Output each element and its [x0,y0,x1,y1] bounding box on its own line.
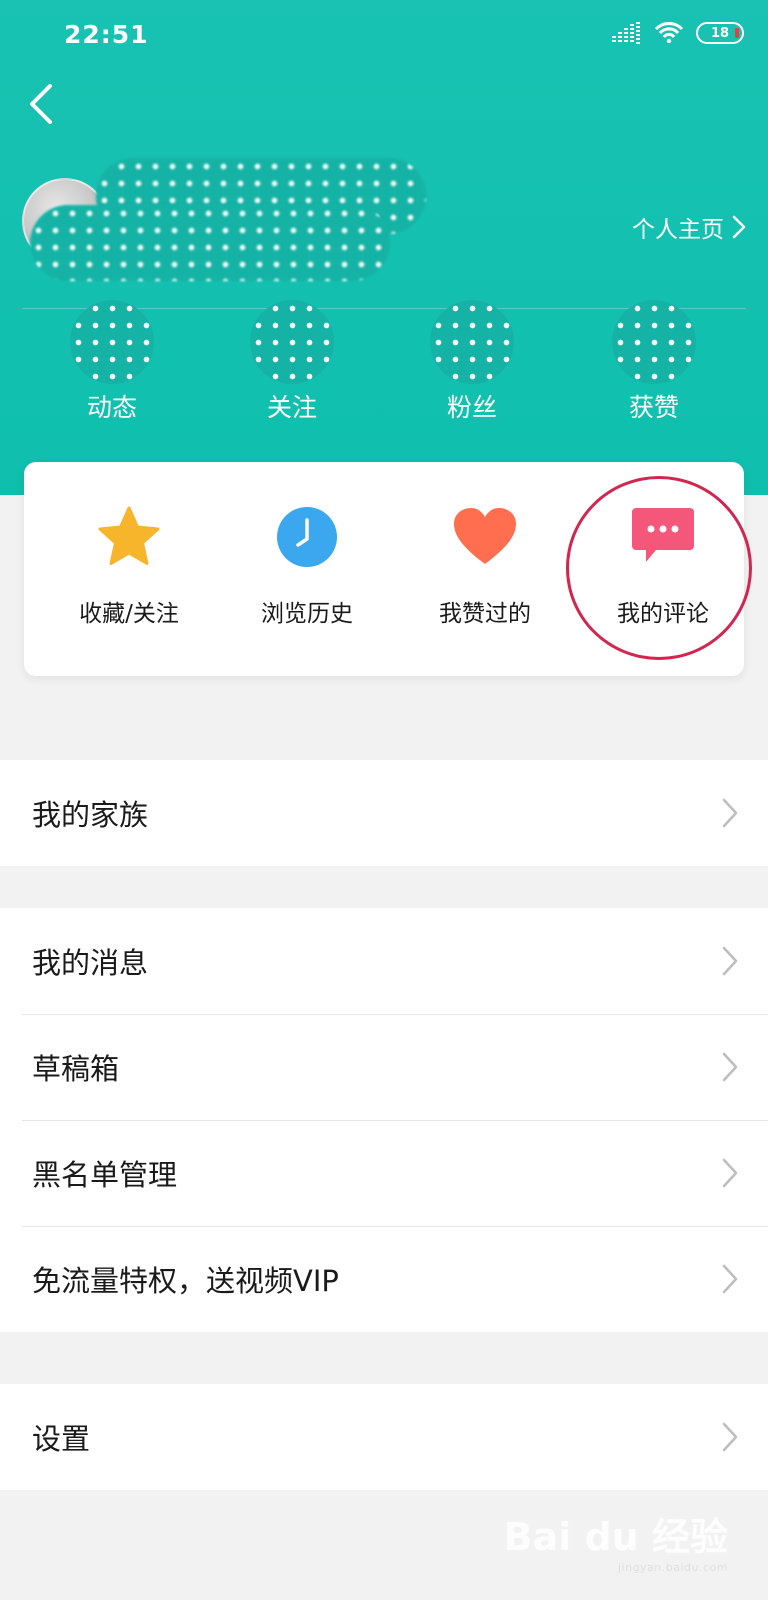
status-time: 22:51 [64,20,149,49]
menu-group-settings: 设置 [0,1384,768,1490]
stat-label: 动态 [86,393,137,422]
chevron-right-icon [722,1052,738,1082]
menu-item-family[interactable]: 我的家族 [0,760,768,866]
quick-action-history[interactable]: 浏览历史 [222,502,392,628]
redacted-stat-value [612,300,696,384]
quick-action-label: 浏览历史 [261,601,353,627]
homepage-link[interactable]: 个人主页 [632,210,746,244]
wifi-icon [654,22,684,44]
watermark-subtext: jingyan.baidu.com [617,1561,728,1574]
stat-label: 粉丝 [446,393,497,422]
menu-item-drafts[interactable]: 草稿箱 [0,1014,768,1120]
menu-item-label: 我的家族 [32,798,149,832]
menu-item-label: 草稿箱 [32,1052,120,1086]
menu-item-label: 黑名单管理 [32,1158,178,1192]
quick-action-liked[interactable]: 我赞过的 [400,502,570,628]
watermark-logo: Bai du 经验 jingyan.baidu.com [504,1506,728,1574]
signal-icon [612,22,640,44]
menu-item-blacklist[interactable]: 黑名单管理 [0,1120,768,1226]
battery-icon: 18 [696,22,744,44]
menu-group-family: 我的家族 [0,760,768,866]
quick-action-favorites[interactable]: 收藏/关注 [44,502,214,628]
stat-label: 关注 [266,393,317,422]
chevron-right-icon [722,798,738,828]
battery-level: 18 [710,25,730,41]
quick-action-comments[interactable]: 我的评论 [578,502,748,628]
stat-likes[interactable]: 获赞 [594,300,714,424]
status-bar: 22:51 18 [0,0,768,70]
redacted-stat-value [430,300,514,384]
comment-icon [628,502,698,572]
chevron-right-icon [722,946,738,976]
chevron-right-icon [722,1158,738,1188]
watermark-text: Bai du 经验 [503,1515,728,1559]
profile-header: 22:51 18 个人主页 动态 关注 粉丝 获赞 [0,0,768,495]
menu-item-label: 我的消息 [32,946,149,980]
back-arrow-icon[interactable] [20,82,64,126]
status-icons: 18 [612,22,744,44]
chevron-right-icon [722,1422,738,1452]
redacted-stat-value [70,300,154,384]
menu-group-main: 我的消息 草稿箱 黑名单管理 免流量特权，送视频VIP [0,908,768,1332]
redacted-stat-value [250,300,334,384]
menu-item-settings[interactable]: 设置 [0,1384,768,1490]
menu-item-label: 设置 [32,1422,91,1456]
stat-following[interactable]: 关注 [232,300,352,424]
quick-action-label: 我赞过的 [439,601,531,627]
quick-action-label: 我的评论 [617,601,709,627]
quick-action-label: 收藏/关注 [79,601,179,627]
clock-icon [272,502,342,572]
menu-item-messages[interactable]: 我的消息 [0,908,768,1014]
menu-item-label: 免流量特权，送视频VIP [32,1264,339,1298]
stat-posts[interactable]: 动态 [52,300,172,424]
quick-actions-card: 收藏/关注 浏览历史 我赞过的 我的评论 [24,462,744,676]
redacted-user-info [30,205,390,281]
star-icon [94,502,164,572]
heart-icon [450,502,520,572]
homepage-label: 个人主页 [632,217,724,243]
stat-fans[interactable]: 粉丝 [412,300,532,424]
menu-item-free-data-vip[interactable]: 免流量特权，送视频VIP [0,1226,768,1332]
chevron-right-icon [722,1264,738,1294]
stat-label: 获赞 [628,393,679,422]
chevron-right-icon [732,215,746,239]
